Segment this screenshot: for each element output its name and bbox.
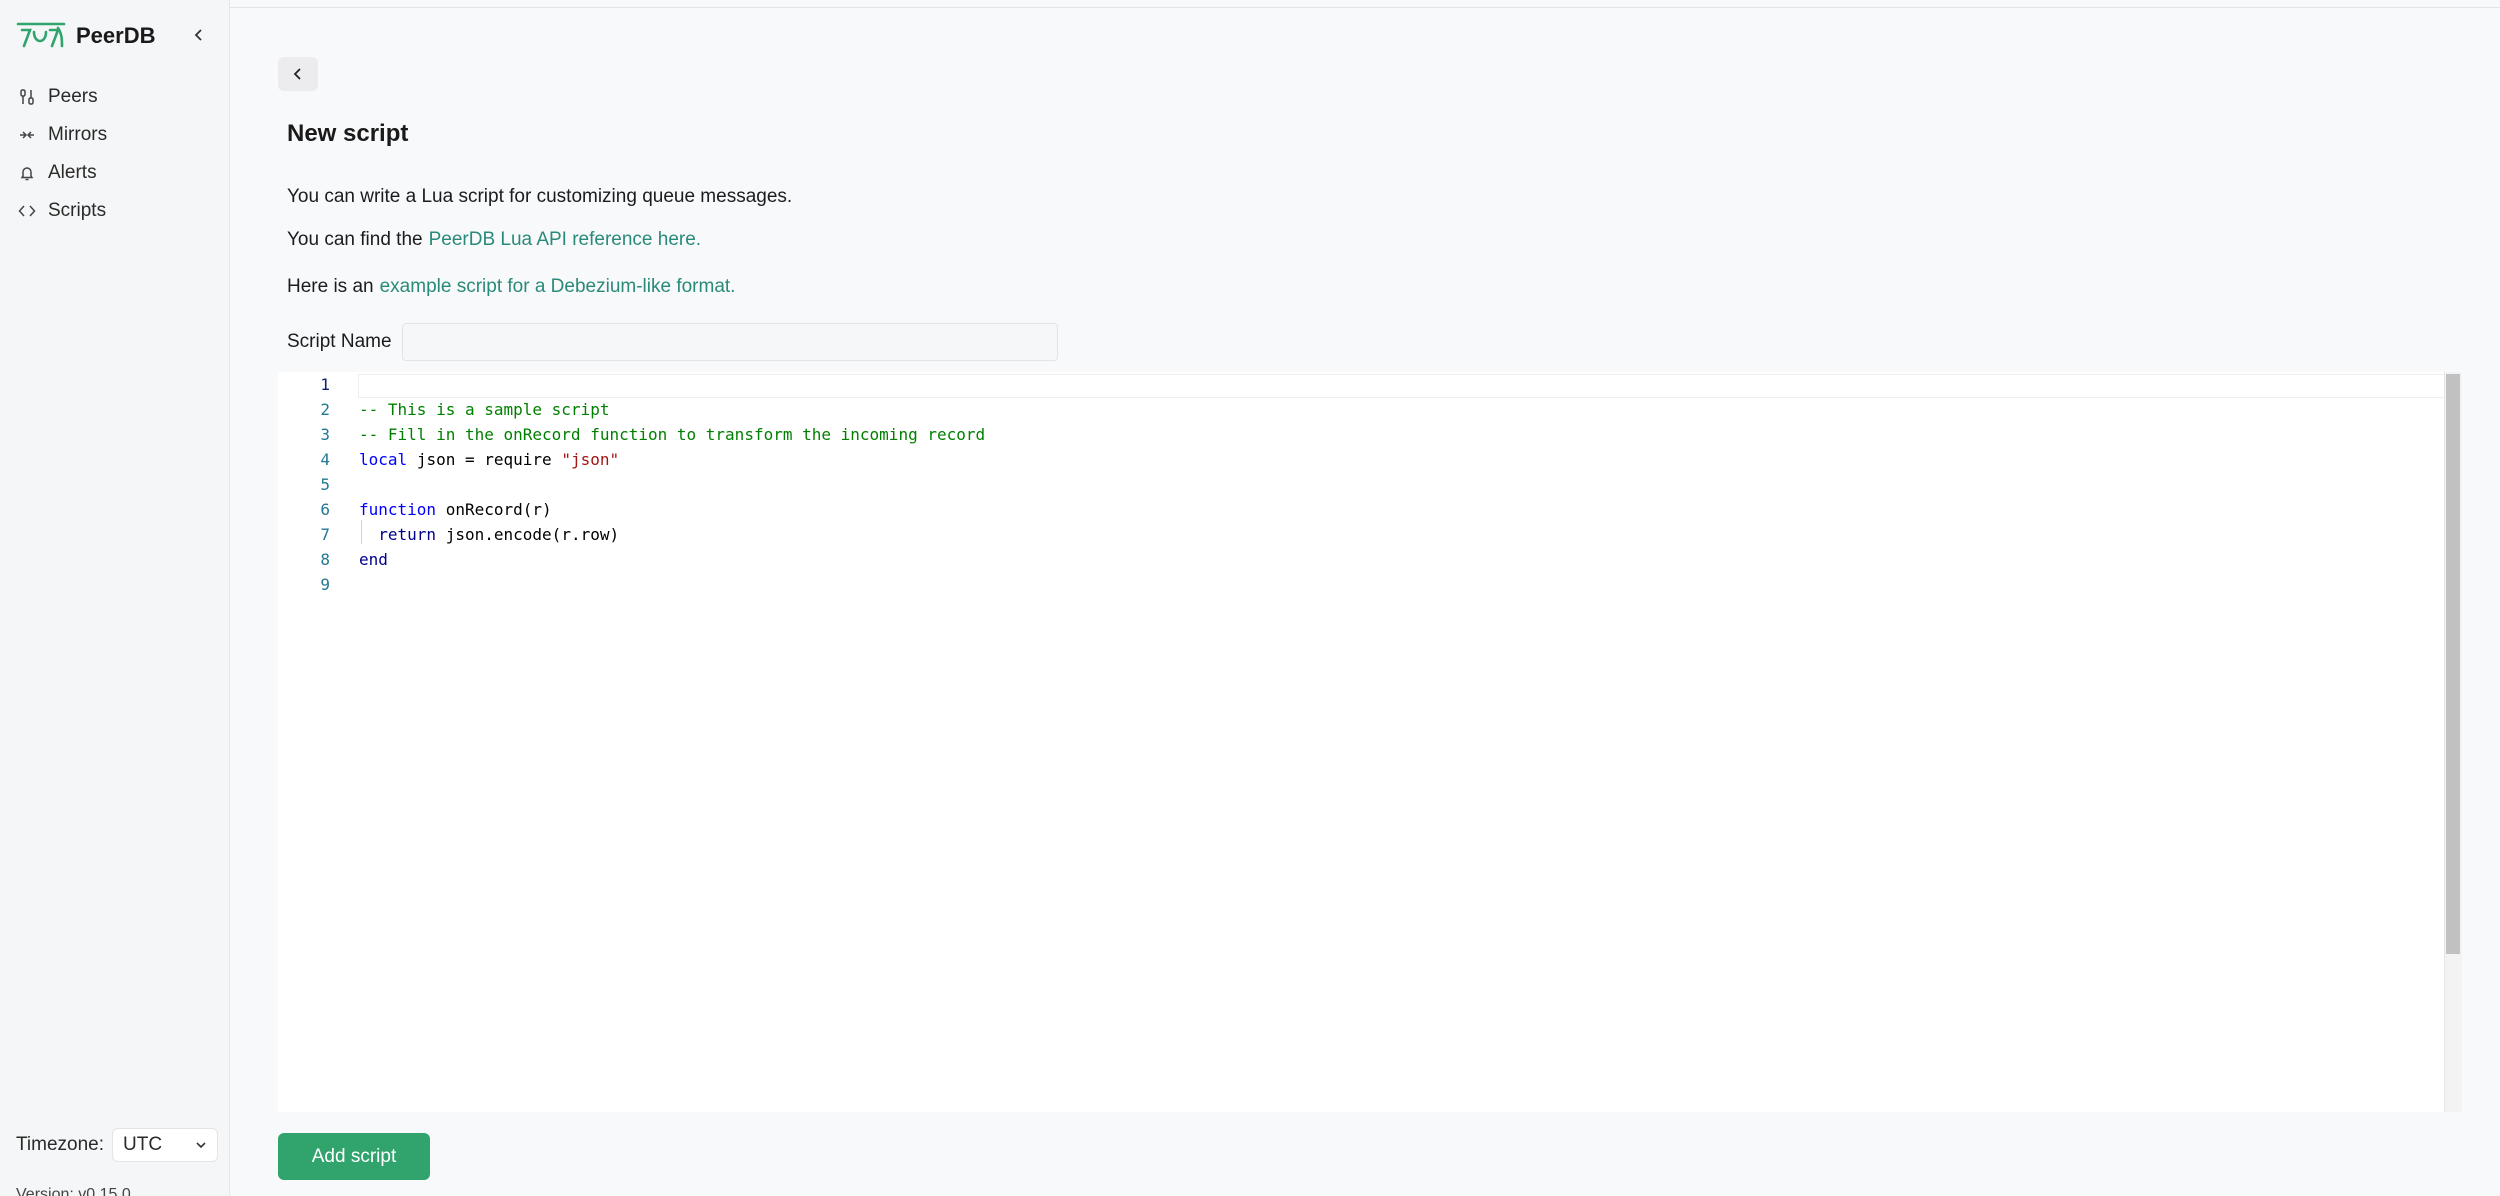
sidebar-item-mirrors[interactable]: Mirrors [16, 116, 216, 154]
line-number: 4 [320, 450, 330, 469]
app-name: PeerDB [76, 23, 156, 48]
code-editor[interactable]: 1 2 3 4 5 6 7 8 9 -- This is a sample sc… [278, 372, 2462, 1112]
brand[interactable]: PeerDB [16, 20, 155, 52]
code-line: -- This is a sample script [359, 400, 610, 419]
line-number: 6 [320, 500, 330, 519]
line-number: 1 [320, 375, 330, 394]
add-script-button[interactable]: Add script [278, 1133, 430, 1180]
timezone-label: Timezone: [16, 1134, 104, 1155]
page-title: New script [287, 120, 409, 147]
intro-text: You can write a Lua script for customizi… [287, 186, 793, 207]
line-number: 2 [320, 400, 330, 419]
chevron-left-icon [293, 68, 301, 80]
current-line-highlight [358, 374, 2448, 398]
api-reference-text: You can find the PeerDB Lua API reference… [287, 229, 701, 251]
collapse-sidebar-button[interactable] [188, 24, 210, 46]
chevron-left-icon [194, 29, 202, 41]
timezone-row: Timezone: UTC [16, 1128, 218, 1162]
sidebar-item-label: Alerts [48, 162, 97, 183]
line-number-gutter: 1 2 3 4 5 6 7 8 9 [278, 372, 338, 1112]
editor-scrollbar-thumb[interactable] [2446, 374, 2460, 954]
code-line: end [359, 550, 388, 569]
timezone-select[interactable]: UTC [112, 1128, 218, 1162]
chevron-down-icon [196, 1142, 206, 1149]
sidebar-item-label: Scripts [48, 200, 107, 221]
sidebar-item-peers[interactable]: Peers [16, 78, 216, 116]
line-number: 3 [320, 425, 330, 444]
timezone-value: UTC [123, 1134, 163, 1155]
sidebar-item-scripts[interactable]: Scripts [16, 192, 216, 230]
script-name-label: Script Name [287, 331, 392, 352]
version-text: Version: v0.15.0 [16, 1186, 131, 1196]
bell-icon [16, 162, 38, 184]
peers-icon [16, 86, 38, 108]
example-script-prefix: Here is an [287, 276, 374, 297]
example-script-text: Here is an example script for a Debezium-… [287, 276, 735, 298]
mirrors-icon [16, 124, 38, 146]
code-line: return json.encode(r.row) [378, 525, 620, 544]
script-name-input[interactable] [401, 323, 1058, 361]
script-name-row: Script Name [287, 323, 1058, 361]
line-number: 5 [320, 475, 330, 494]
sidebar-item-alerts[interactable]: Alerts [16, 154, 216, 192]
top-divider [230, 7, 2500, 8]
sidebar-nav: Peers Mirrors Alerts Scripts [16, 78, 216, 230]
editor-scrollbar[interactable] [2444, 372, 2462, 1112]
line-number: 8 [320, 550, 330, 569]
back-button[interactable] [278, 57, 318, 91]
code-line: local json = require "json" [359, 450, 620, 469]
code-icon [16, 200, 38, 222]
sidebar-item-label: Peers [48, 86, 98, 107]
example-script-link[interactable]: example script for a Debezium-like forma… [380, 276, 736, 297]
code-line: -- Fill in the onRecord function to tran… [359, 425, 986, 444]
line-number: 9 [320, 575, 330, 594]
peerdb-logo-icon [16, 18, 66, 55]
api-reference-link[interactable]: PeerDB Lua API reference here. [429, 229, 702, 250]
api-reference-prefix: You can find the [287, 229, 423, 250]
sidebar: PeerDB Peers Mirrors Alerts Scripts Time… [0, 0, 230, 1196]
code-line: function onRecord(r) [359, 500, 552, 519]
sidebar-item-label: Mirrors [48, 124, 108, 145]
line-number: 7 [320, 525, 330, 544]
code-content: -- This is a sample script -- Fill in th… [359, 372, 985, 581]
